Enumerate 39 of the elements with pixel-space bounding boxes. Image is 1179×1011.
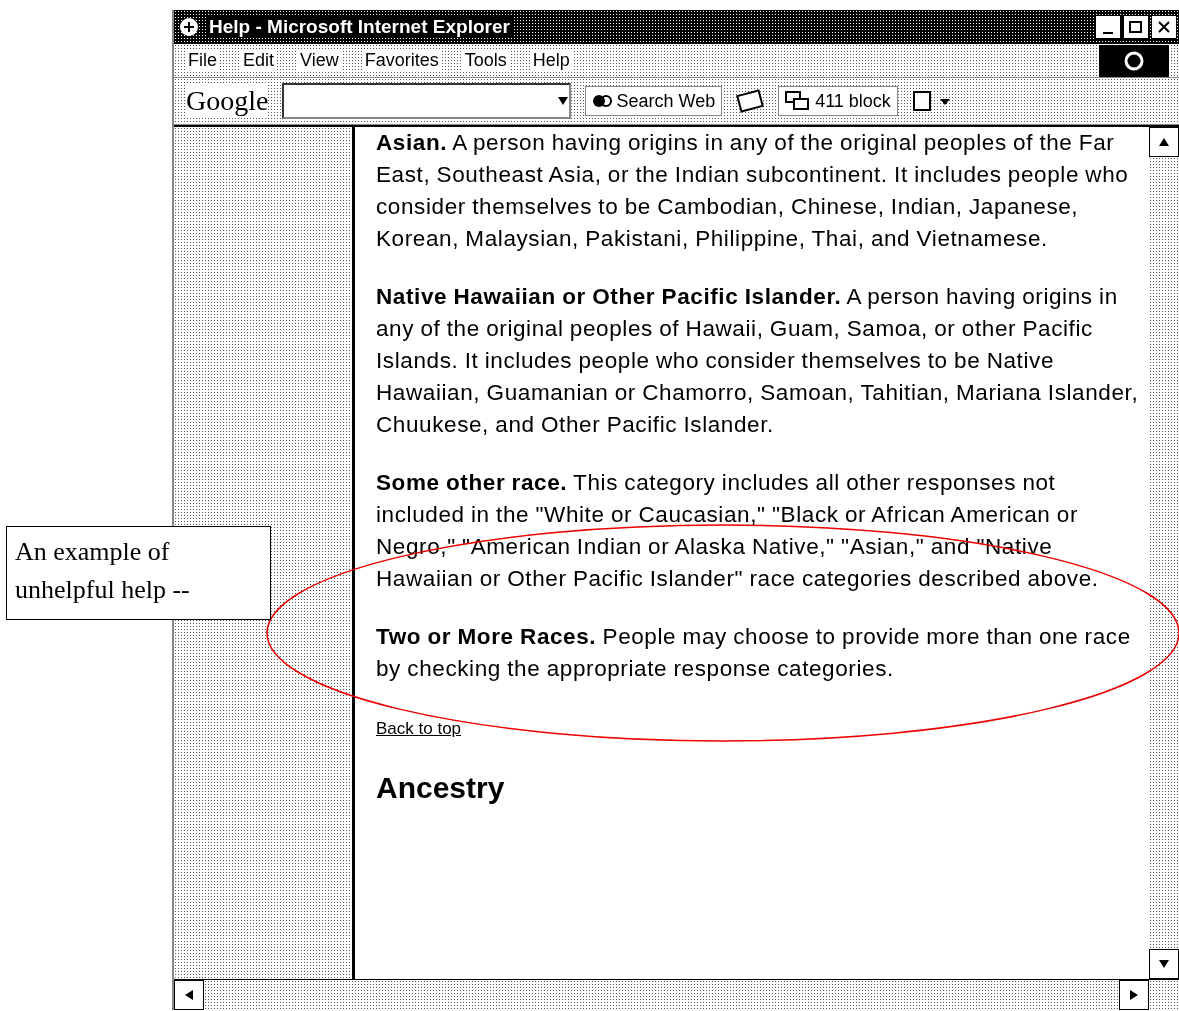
callout-note: An example of unhelpful help -- — [6, 526, 271, 620]
menu-item[interactable]: File — [186, 50, 219, 71]
windows-icon — [785, 91, 812, 111]
paragraph: Native Hawaiian or Other Pacific Islander. A person having origins in any of the original peoples of Hawaii, Guam, Samoa, or other Pacific Islands. It includes people who consider themselves to be Native Hawaiian, Guamanian or Chamorro, Samoan, Tahitian, Mariana Islander, Chuukese, and Other Pacific Islander. — [376, 283, 1140, 439]
horizontal-scrollbar[interactable] — [174, 979, 1179, 1010]
paragraph: Asian. A person having origins in any of the original peoples of the Far East, Southeast Asia, or the Indian subcontinent. It includes people who consider themselves to be Cambodian, Chinese, Indian, Japanese, Korean, Malaysian, Pakistani, Philippine, Thai, and Vietnamese. — [376, 129, 1130, 253]
close-icon — [1158, 21, 1170, 33]
menu-item[interactable]: Help — [530, 50, 572, 71]
maximize-button[interactable] — [1123, 15, 1149, 39]
menu-item[interactable]: Edit — [241, 50, 277, 71]
window-title: Help - Microsoft Internet Explorer — [206, 16, 513, 38]
maximize-icon — [1129, 21, 1143, 33]
search-web-button[interactable]: Search Web — [585, 86, 723, 116]
browser-logo-icon — [178, 16, 200, 38]
minimize-button[interactable] — [1095, 15, 1121, 39]
close-button[interactable] — [1151, 15, 1177, 39]
vertical-scrollbar[interactable] — [1149, 127, 1179, 979]
left-arrow-icon — [183, 990, 195, 1000]
search-field[interactable] — [282, 83, 572, 119]
up-arrow-icon — [1158, 137, 1170, 147]
menu-item[interactable]: Favorites — [362, 50, 441, 71]
down-arrow-icon — [557, 96, 570, 106]
popup-blocker-button[interactable]: 411 block — [778, 86, 898, 116]
scroll-up-button[interactable] — [1149, 127, 1179, 157]
section-heading: Ancestry — [376, 771, 506, 805]
scroll-left-button[interactable] — [174, 980, 204, 1010]
news-icon[interactable] — [736, 89, 765, 113]
options-icon[interactable] — [911, 89, 952, 113]
scroll-down-button[interactable] — [1149, 949, 1179, 979]
menu-item[interactable]: Tools — [462, 50, 509, 71]
paragraph: Two or More Races. People may choose to provide more than one race by checking the appropriate response categories. — [376, 623, 1132, 683]
circles-icon — [592, 92, 613, 110]
google-logo[interactable]: Google — [186, 85, 269, 117]
right-arrow-icon — [1128, 990, 1140, 1000]
menu-item[interactable]: View — [298, 50, 341, 71]
back-to-top-link[interactable]: Back to top — [376, 719, 462, 739]
down-arrow-icon — [1158, 959, 1170, 969]
scroll-right-button[interactable] — [1119, 980, 1149, 1010]
minimize-icon — [1103, 32, 1113, 34]
